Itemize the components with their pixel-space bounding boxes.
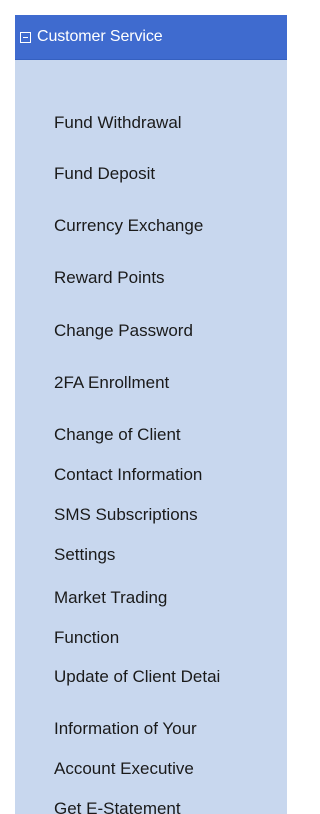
menu-item-label-line-1: Change of Client bbox=[54, 425, 181, 444]
menu-item-currency-exchange[interactable]: Currency Exchange bbox=[15, 196, 287, 256]
customer-service-header[interactable]: Customer Service bbox=[15, 15, 287, 60]
menu-item-get-e-statement[interactable]: Get E-Statement bbox=[15, 779, 287, 814]
menu-item-label: Update of Client Detai bbox=[54, 667, 221, 686]
menu-item-label: 2FA Enrollment bbox=[54, 373, 170, 392]
customer-service-menu-list: Fund Withdrawal Fund Deposit Currency Ex… bbox=[15, 60, 287, 814]
menu-item-label-line-2: Function bbox=[54, 628, 120, 647]
menu-item-label: Fund Withdrawal bbox=[54, 113, 182, 132]
menu-item-label-line-2: Settings bbox=[54, 545, 116, 564]
menu-item-change-password[interactable]: Change Password bbox=[15, 301, 287, 361]
menu-item-fund-deposit[interactable]: Fund Deposit bbox=[15, 144, 287, 204]
menu-item-label: Get E-Statement bbox=[54, 799, 181, 814]
menu-item-label-line-1: Information of Your bbox=[54, 719, 197, 738]
menu-item-label-line-1: SMS Subscriptions bbox=[54, 505, 198, 524]
menu-item-update-client-details[interactable]: Update of Client Detai bbox=[15, 647, 287, 707]
menu-header-label: Customer Service bbox=[37, 28, 163, 45]
menu-item-label: Reward Points bbox=[54, 268, 165, 287]
menu-item-reward-points[interactable]: Reward Points bbox=[15, 248, 287, 308]
menu-item-label: Currency Exchange bbox=[54, 216, 204, 235]
menu-item-label: Change Password bbox=[54, 321, 193, 340]
side-menu-panel: Customer Service Fund Withdrawal Fund De… bbox=[0, 0, 288, 814]
menu-item-label-line-2: Contact Information bbox=[54, 465, 203, 484]
menu-item-label-line-2: Account Executive bbox=[54, 759, 194, 778]
collapse-minus-icon[interactable] bbox=[20, 31, 31, 43]
menu-item-label: Fund Deposit bbox=[54, 164, 156, 183]
menu-item-label-line-1: Market Trading bbox=[54, 588, 168, 607]
menu-item-2fa-enrollment[interactable]: 2FA Enrollment bbox=[15, 353, 287, 413]
